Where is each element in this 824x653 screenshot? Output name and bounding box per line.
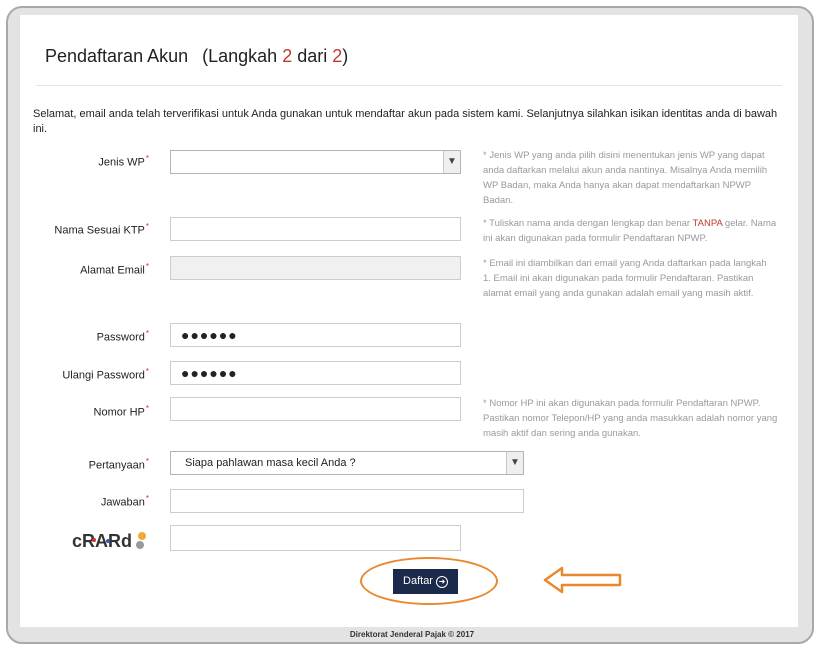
jenis-wp-select[interactable]: ▼: [170, 150, 461, 174]
step-mid: dari: [297, 46, 328, 66]
step-current: 2: [282, 46, 293, 66]
title-divider: [36, 85, 782, 86]
email-hint: * Email ini diambilkan dari email yang A…: [483, 258, 767, 299]
password-label: Password*: [96, 329, 149, 344]
nomor-hp-input[interactable]: [170, 397, 461, 421]
jenis-wp-label: Jenis WP*: [98, 154, 149, 169]
password-input[interactable]: ●●●●●●: [170, 323, 461, 347]
tanpa-emphasis: TANPA: [692, 218, 723, 229]
nomor-hp-label: Nomor HP*: [93, 404, 149, 419]
title-text: Pendaftaran Akun: [45, 46, 189, 66]
step-prefix: (Langkah: [202, 46, 278, 66]
chevron-down-icon[interactable]: ▼: [443, 151, 460, 173]
captcha-text: cRARd: [72, 531, 132, 551]
arrow-right-circle-icon: ➜: [435, 575, 448, 588]
email-input: [170, 256, 461, 280]
intro-text: Selamat, email anda telah terverifikasi …: [33, 108, 778, 135]
ulangi-password-label: Ulangi Password*: [62, 367, 149, 382]
step-suffix: ): [342, 46, 349, 66]
nama-label: Nama Sesuai KTP*: [54, 222, 149, 237]
email-label: Alamat Email*: [80, 262, 149, 277]
page-footer: Direktorat Jenderal Pajak © 2017: [349, 630, 475, 639]
nama-hint: * Tuliskan nama anda dengan lengkap dan …: [483, 218, 777, 244]
nama-input[interactable]: [170, 217, 461, 241]
daftar-button[interactable]: Daftar ➜: [393, 569, 458, 594]
chevron-down-icon[interactable]: ▼: [506, 452, 523, 474]
pertanyaan-value: Siapa pahlawan masa kecil Anda ?: [185, 457, 356, 469]
captcha-image: cRARd: [70, 526, 150, 552]
jawaban-input[interactable]: [170, 489, 524, 513]
daftar-label: Daftar: [403, 575, 433, 588]
step-indicator: (Langkah 2 dari 2): [202, 46, 348, 66]
page-title: Pendaftaran Akun (Langkah 2 dari 2): [45, 46, 348, 67]
pertanyaan-label: Pertanyaan*: [88, 457, 149, 472]
jenis-wp-hint: * Jenis WP yang anda pilih disini menent…: [483, 150, 768, 206]
left-arrow-icon: [543, 566, 622, 594]
jawaban-label: Jawaban*: [100, 494, 149, 509]
captcha-input[interactable]: [170, 525, 461, 551]
ulangi-password-input[interactable]: ●●●●●●: [170, 361, 461, 385]
pertanyaan-select[interactable]: Siapa pahlawan masa kecil Anda ? ▼: [170, 451, 524, 475]
nomor-hp-hint: * Nomor HP ini akan digunakan pada formu…: [483, 398, 778, 439]
step-total: 2: [332, 46, 343, 66]
